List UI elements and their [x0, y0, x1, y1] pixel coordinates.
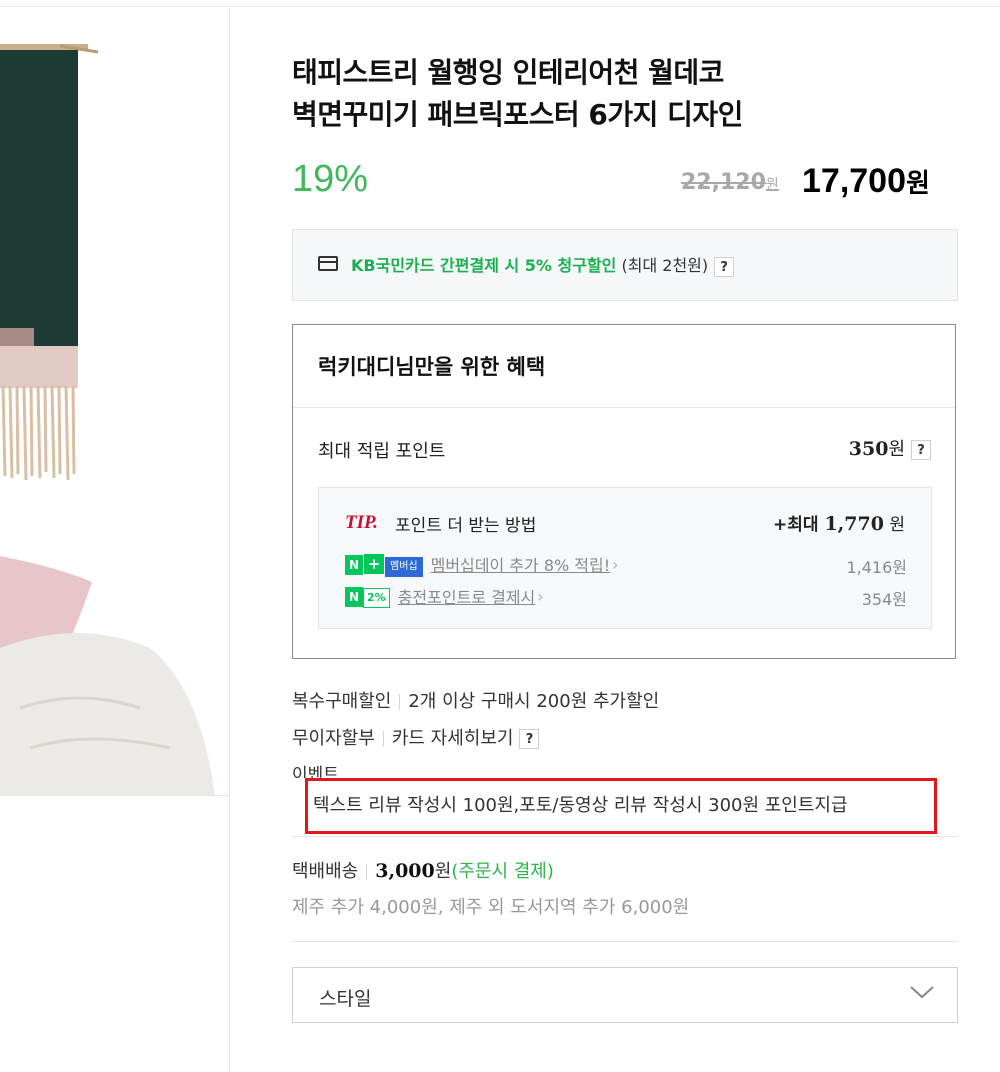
sale-price-unit: 원 [906, 168, 930, 198]
event-highlight-box: 텍스트 리뷰 작성시 100원,포토/동영상 리뷰 작성시 300원 포인트지급 [305, 778, 937, 834]
benefit-divider [293, 407, 955, 408]
column-divider [229, 8, 230, 1072]
naver-charge-badge: N 2% [345, 586, 390, 608]
sale-price: 17,700원 [802, 162, 930, 201]
charge-percent-badge: 2% [363, 588, 390, 608]
separator [399, 694, 401, 710]
charge-point-row: N 2% 충전포인트로 결제시 › 354원 [345, 584, 907, 609]
chevron-down-icon [910, 986, 934, 999]
top-divider [0, 6, 1000, 7]
tip-total-value: 1,770 [824, 513, 884, 535]
product-title: 태피스트리 월행잉 인테리어천 월데코 벽면꾸미기 패브릭포스터 6가지 디자인 [292, 52, 952, 136]
shipping-divider [292, 941, 958, 942]
plus-icon: + [364, 554, 384, 574]
max-points-label: 최대 적립 포인트 [318, 441, 446, 462]
event-label: 이벤트 [292, 765, 339, 778]
credit-card-icon [318, 256, 338, 271]
original-price-unit: 원 [765, 177, 779, 193]
tip-mark: TIP. [345, 512, 378, 533]
tip-total: +최대 1,770 원 [773, 510, 905, 535]
multi-purchase-value: 2개 이상 구매시 200원 추가할인 [408, 691, 660, 712]
shipping-price-unit: 원 [434, 861, 452, 882]
membership-badge-text: 멤버십 [385, 557, 423, 577]
style-option-select[interactable]: 스타일 [292, 967, 958, 1023]
product-title-line2: 벽면꾸미기 패브릭포스터 6가지 디자인 [292, 98, 743, 131]
membership-day-link[interactable]: 멤버십데이 추가 8% 적립! [431, 556, 611, 575]
member-benefit-panel: 럭키대디님만을 위한 혜택 최대 적립 포인트 350원? TIP. 포인트 더… [292, 324, 956, 659]
naver-n-icon: N [345, 555, 363, 575]
naver-n-icon: N [345, 587, 363, 607]
original-price: 22,120원 [681, 170, 779, 195]
max-points: 350원? [849, 435, 931, 461]
shipping-payment-note: (주문시 결제) [451, 861, 554, 882]
tip-label: 포인트 더 받는 방법 [395, 516, 537, 536]
card-discount-note: (최대 2천원) [616, 256, 709, 275]
benefit-heading: 럭키대디님만을 위한 혜택 [318, 355, 546, 379]
max-points-value: 350 [848, 438, 889, 460]
card-discount-text: KB국민카드 간편결제 시 5% 청구할인 (최대 2천원)? [351, 252, 735, 277]
info-divider [292, 836, 958, 837]
separator [366, 864, 368, 880]
charge-point-link[interactable]: 충전포인트로 결제시 [398, 588, 536, 607]
discount-rate: 19% [292, 158, 369, 200]
shipping-label: 택배배송 [292, 861, 359, 882]
multi-purchase-discount: 복수구매할인 2개 이상 구매시 200원 추가할인 [292, 687, 659, 713]
tip-total-unit: 원 [883, 515, 905, 535]
naver-membership-badge: N + 멤버십 [345, 554, 423, 577]
installment-help-button[interactable]: ? [519, 729, 540, 749]
multi-purchase-label: 복수구매할인 [292, 691, 392, 712]
event-text: 텍스트 리뷰 작성시 100원,포토/동영상 리뷰 작성시 300원 포인트지급 [313, 795, 848, 816]
points-tip-box: TIP. 포인트 더 받는 방법 +최대 1,770 원 N + 멤버십 멤버십데이 … [318, 487, 932, 629]
product-image[interactable] [0, 8, 229, 795]
chevron-right-icon: › [612, 554, 619, 574]
style-option-label: 스타일 [319, 988, 372, 1010]
no-interest-label: 무이자할부 [292, 728, 375, 749]
product-title-line1: 태피스트리 월행잉 인테리어천 월데코 [292, 56, 724, 89]
max-points-unit: 원 [888, 439, 905, 460]
card-details-link[interactable]: 카드 자세히보기 [392, 728, 514, 749]
tapestry-photo [0, 8, 229, 795]
membership-day-points: 1,416원 [846, 558, 907, 577]
card-discount-highlight: KB국민카드 간편결제 시 5% 청구할인 [351, 256, 617, 275]
no-interest-installment: 무이자할부 카드 자세히보기? [292, 724, 540, 750]
image-divider [0, 795, 229, 796]
card-help-button[interactable]: ? [714, 256, 735, 277]
separator [382, 731, 384, 747]
membership-day-row: N + 멤버십 멤버십데이 추가 8% 적립! › 1,416원 [345, 552, 907, 577]
shipping-price: 3,000 [375, 860, 435, 882]
shipping-info: 택배배송 3,000원(주문시 결제) [292, 857, 554, 883]
tip-total-prefix: +최대 [773, 515, 825, 535]
charge-point-points: 354원 [861, 590, 907, 609]
sale-price-value: 17,700 [802, 162, 906, 200]
card-discount-banner: KB국민카드 간편결제 시 5% 청구할인 (최대 2천원)? [292, 229, 958, 301]
points-help-button[interactable]: ? [911, 440, 931, 460]
original-price-value: 22,120 [681, 170, 766, 195]
chevron-right-icon: › [537, 586, 544, 606]
shipping-extra-fee: 제주 추가 4,000원, 제주 외 도서지역 추가 6,000원 [292, 897, 690, 918]
